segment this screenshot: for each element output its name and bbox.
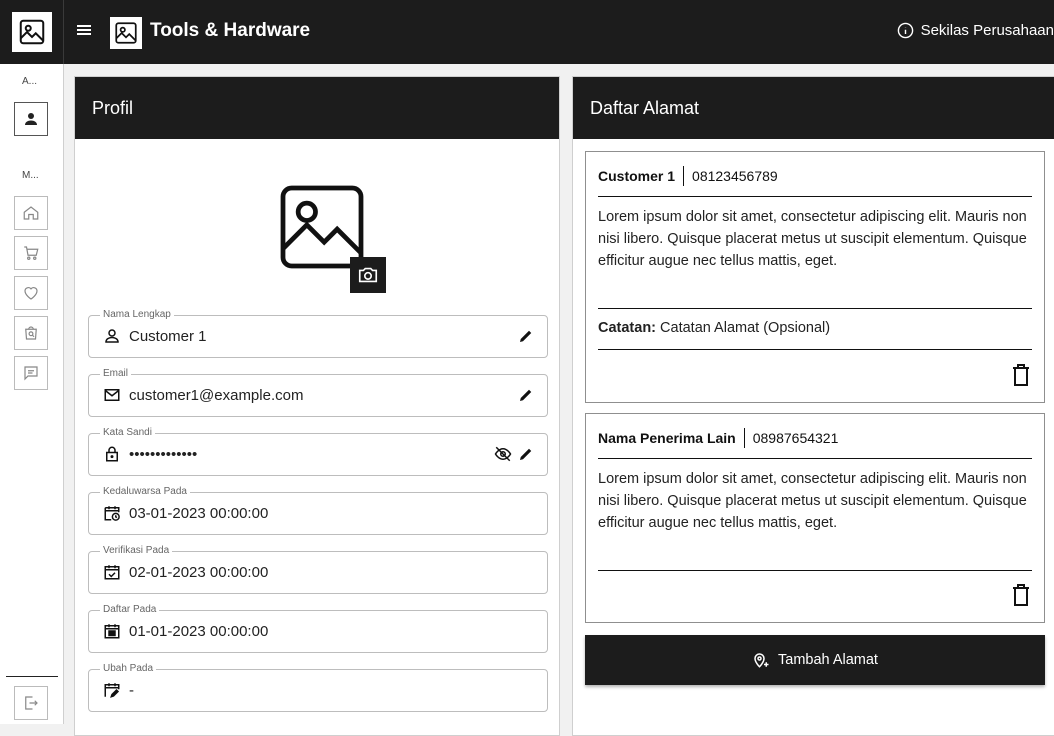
field-label: Verifikasi Pada [100, 545, 173, 557]
edit-icon[interactable] [517, 327, 535, 345]
brand-image-icon [110, 17, 142, 49]
rail-item-home[interactable] [14, 196, 48, 230]
recipient-phone: 08123456789 [692, 168, 778, 184]
lock-icon [103, 445, 121, 463]
recipient-name: Nama Penerima Lain [598, 430, 736, 446]
address-text: Lorem ipsum dolor sit amet, consectetur … [598, 209, 1027, 269]
rail-item-chat[interactable] [14, 356, 48, 390]
edit-icon[interactable] [517, 386, 535, 404]
edit-icon[interactable] [517, 445, 535, 463]
field-value: 02-01-2023 00:00:00 [129, 564, 269, 581]
divider [743, 428, 745, 448]
person-icon [103, 327, 121, 345]
field-value: customer1@example.com [129, 387, 304, 404]
rail-item-logout[interactable] [14, 686, 48, 720]
account-icon [22, 110, 40, 128]
field-value: ••••••••••••• [129, 446, 198, 463]
camera-icon [357, 264, 379, 286]
menu-icon[interactable] [76, 22, 92, 38]
address-header: Daftar Alamat [573, 77, 1054, 139]
divider [598, 458, 1032, 459]
bag-search-icon [22, 324, 40, 342]
address-note: Catatan: Catatan Alamat (Opsional) [598, 320, 830, 336]
delete-icon[interactable] [1012, 584, 1030, 606]
address-text: Lorem ipsum dolor sit amet, consectetur … [598, 471, 1027, 531]
app-title[interactable]: Tools & Hardware [150, 20, 310, 42]
company-link[interactable]: Sekilas Perusahaan [897, 22, 1054, 39]
divider [598, 308, 1032, 309]
side-rail: A... M... [0, 64, 64, 724]
divider [598, 196, 1032, 197]
password-field[interactable]: Kata Sandi ••••••••••••• [88, 427, 548, 476]
field-value: Customer 1 [129, 328, 207, 345]
visibility-off-icon[interactable] [493, 445, 513, 463]
add-location-icon [752, 651, 770, 669]
field-label: Kedaluwarsa Pada [100, 486, 190, 498]
field-label: Email [100, 368, 132, 380]
delete-icon[interactable] [1012, 364, 1030, 386]
full-name-field[interactable]: Nama Lengkap Customer 1 [88, 309, 548, 358]
note-label: Catatan: [598, 320, 657, 336]
field-label: Ubah Pada [100, 663, 157, 675]
heart-icon [22, 284, 40, 302]
image-icon [11, 12, 52, 52]
divider [598, 570, 1032, 571]
profile-avatar [270, 175, 390, 295]
divider [598, 349, 1032, 350]
change-photo-button[interactable] [350, 257, 386, 293]
info-icon [897, 22, 914, 39]
rail-logo[interactable] [0, 0, 64, 64]
calendar-check-icon [103, 563, 121, 581]
address-card[interactable]: Customer 1 08123456789 Lorem ipsum dolor… [585, 151, 1045, 403]
field-value: 03-01-2023 00:00:00 [129, 505, 269, 522]
address-recipient: Nama Penerima Lain 08987654321 [598, 428, 838, 448]
field-label: Kata Sandi [100, 427, 155, 439]
field-label: Nama Lengkap [100, 309, 174, 321]
profile-header: Profil [75, 77, 559, 139]
top-app-bar: Tools & Hardware Sekilas Perusahaan [0, 0, 1054, 64]
field-value: 01-01-2023 00:00:00 [129, 623, 269, 640]
add-address-label: Tambah Alamat [778, 652, 878, 668]
verified-at-field: Verifikasi Pada 02-01-2023 00:00:00 [88, 545, 548, 594]
company-link-label: Sekilas Perusahaan [920, 22, 1054, 39]
calendar-today-icon [103, 622, 121, 640]
rail-item-cart[interactable] [14, 236, 48, 270]
profile-panel: Profil Nama Lengkap Customer 1 Email cus… [74, 76, 560, 736]
rail-divider [6, 676, 58, 677]
divider [683, 166, 685, 186]
cart-icon [22, 244, 40, 262]
registered-at-field: Daftar Pada 01-01-2023 00:00:00 [88, 604, 548, 653]
chat-icon [22, 364, 40, 382]
note-value: Catatan Alamat (Opsional) [660, 320, 831, 336]
address-title: Daftar Alamat [590, 97, 700, 118]
field-value: - [129, 682, 134, 699]
rail-section-account: A... [22, 76, 38, 87]
calendar-edit-icon [103, 681, 121, 699]
expires-at-field: Kedaluwarsa Pada 03-01-2023 00:00:00 [88, 486, 548, 535]
field-label: Daftar Pada [100, 604, 160, 616]
address-card[interactable]: Nama Penerima Lain 08987654321 Lorem ips… [585, 413, 1045, 623]
rail-section-menu: M... [22, 170, 39, 181]
address-panel: Daftar Alamat Customer 1 08123456789 Lor… [572, 76, 1054, 736]
add-address-button[interactable]: Tambah Alamat [585, 635, 1045, 685]
recipient-name: Customer 1 [598, 168, 676, 184]
profile-title: Profil [92, 97, 134, 118]
mail-icon [103, 386, 121, 404]
email-field[interactable]: Email customer1@example.com [88, 368, 548, 417]
updated-at-field: Ubah Pada - [88, 663, 548, 712]
rail-item-account[interactable] [14, 102, 48, 136]
rail-item-orders[interactable] [14, 316, 48, 350]
home-icon [22, 204, 40, 222]
calendar-clock-icon [103, 504, 121, 522]
rail-item-wishlist[interactable] [14, 276, 48, 310]
logout-icon [22, 694, 40, 712]
address-recipient: Customer 1 08123456789 [598, 166, 778, 186]
recipient-phone: 08987654321 [752, 430, 839, 446]
